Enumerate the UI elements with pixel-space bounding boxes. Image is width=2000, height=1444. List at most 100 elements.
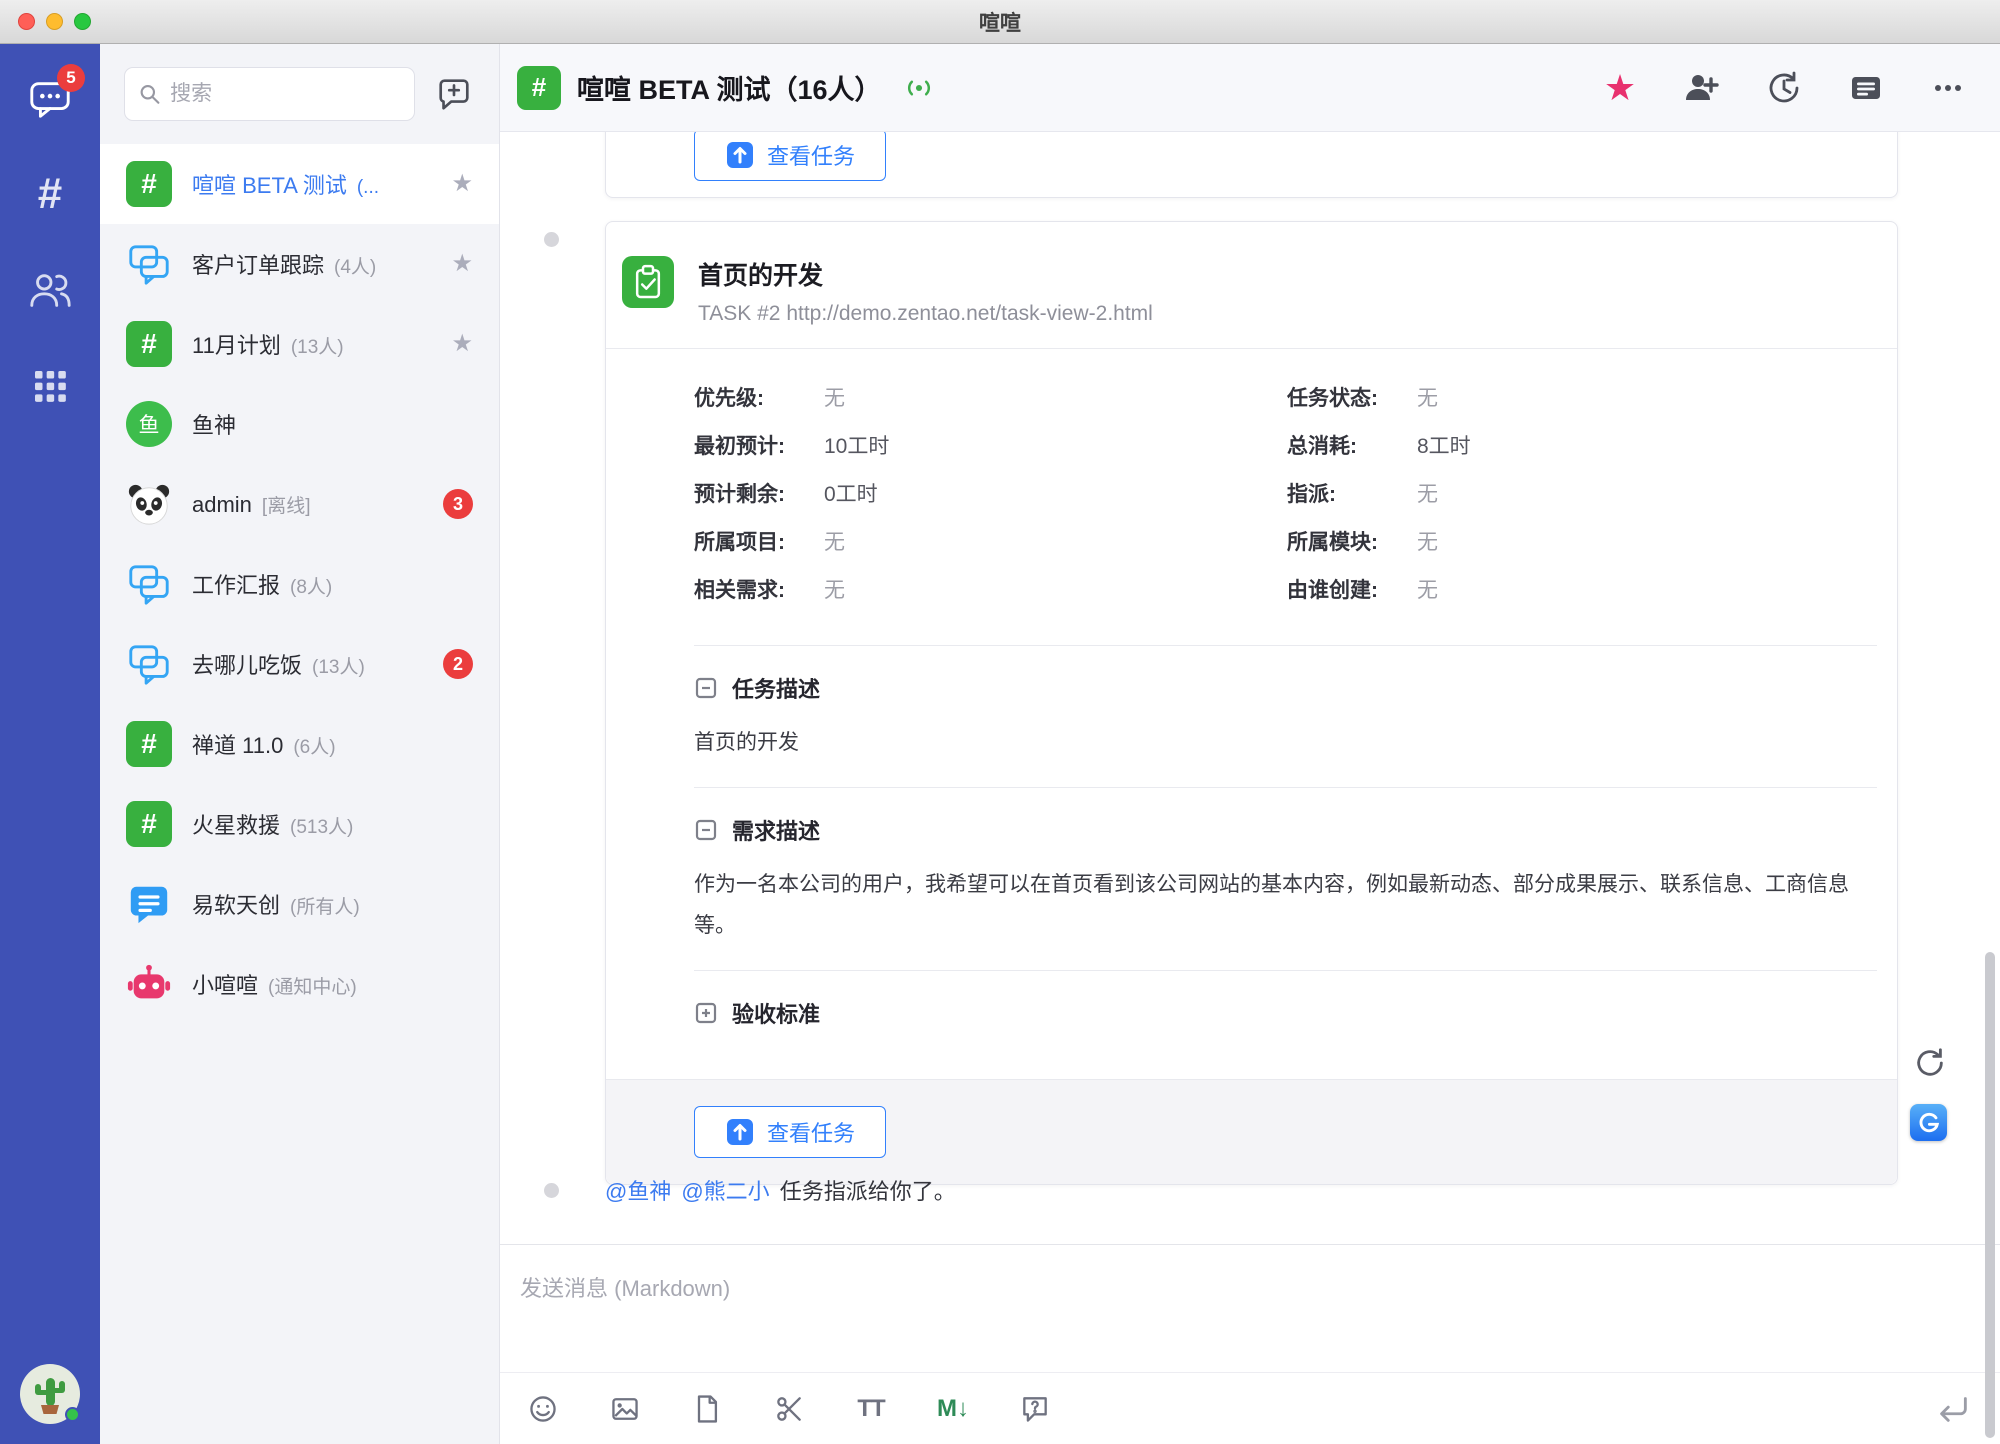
- section-collapse-toggle[interactable]: 任务描述: [694, 672, 1877, 704]
- titlebar: 喧喧: [0, 0, 2000, 44]
- user-avatar-yushen: 鱼: [126, 401, 172, 447]
- message-dot: [544, 232, 559, 247]
- emoji-icon: [527, 1393, 559, 1425]
- chat-item-where-to-eat[interactable]: 去哪儿吃饭(13人) 2: [100, 624, 499, 704]
- chat-item-order-tracking[interactable]: 客户订单跟踪(4人) ★: [100, 224, 499, 304]
- mention-link-yushen[interactable]: @鱼神: [605, 1179, 671, 1204]
- channel-hash-icon: #: [126, 321, 172, 367]
- chat-item-xuanxuan-beta[interactable]: # 喧喧 BETA 测试(... ★: [100, 144, 499, 224]
- broadcast-icon: [898, 74, 940, 102]
- chat-item-easysoft[interactable]: 易软天创(所有人): [100, 864, 499, 944]
- refresh-button[interactable]: [1913, 1046, 1947, 1080]
- sidebar-toggle-button[interactable]: [1848, 70, 1884, 106]
- expand-plus-icon: [694, 1001, 718, 1025]
- history-clock-icon: [1766, 70, 1802, 106]
- collapse-minus-icon: [694, 676, 718, 700]
- chat-sidebar: # 喧喧 BETA 测试(... ★ 客户订单跟踪(4人) ★: [100, 44, 500, 1444]
- minimize-window-button[interactable]: [46, 13, 63, 30]
- screenshot-button[interactable]: [772, 1392, 806, 1426]
- collapse-minus-icon: [694, 818, 718, 842]
- message-list: 查看任务 首: [500, 132, 2000, 1244]
- search-input[interactable]: [170, 82, 400, 106]
- file-button[interactable]: [690, 1392, 724, 1426]
- scissors-icon: [773, 1393, 805, 1425]
- header-actions: ★: [1602, 70, 1966, 106]
- favorite-star-icon: ★: [451, 172, 473, 196]
- browser-app-icon[interactable]: [1910, 1104, 1947, 1141]
- nav-channels-button[interactable]: #: [0, 146, 100, 242]
- contacts-icon: [27, 267, 73, 313]
- chat-item-zentao-11[interactable]: # 禅道 11.0(6人): [100, 704, 499, 784]
- chat-title: 喧喧 BETA 测试（16人）: [577, 68, 882, 107]
- more-menu-button[interactable]: [1930, 70, 1966, 106]
- emoji-button[interactable]: [526, 1392, 560, 1426]
- window-controls: [18, 0, 91, 43]
- group-chat-icon: [126, 561, 172, 607]
- nav-contacts-button[interactable]: [0, 242, 100, 338]
- favorite-button[interactable]: ★: [1602, 70, 1638, 106]
- task-card-partial: 查看任务: [605, 132, 1898, 198]
- image-button[interactable]: [608, 1392, 642, 1426]
- zoom-window-button[interactable]: [74, 13, 91, 30]
- image-icon: [609, 1393, 641, 1425]
- nav-apps-button[interactable]: [0, 338, 100, 434]
- task-card-header: 首页的开发 TASK #2 http://demo.zentao.net/tas…: [606, 222, 1897, 349]
- panel-list-icon: [1848, 70, 1884, 106]
- composer-toolbar: TT M↓: [500, 1372, 2000, 1444]
- chat-item-november-plan[interactable]: # 11月计划(13人) ★: [100, 304, 499, 384]
- help-button[interactable]: [1018, 1392, 1052, 1426]
- invite-member-button[interactable]: [1684, 70, 1720, 106]
- refresh-icon: [1913, 1046, 1947, 1080]
- mention-message: @鱼神@熊二小任务指派给你了。: [605, 1174, 956, 1206]
- mention-link-xiongerxiao[interactable]: @熊二小: [681, 1179, 769, 1204]
- message-input-placeholder: 发送消息 (Markdown): [520, 1276, 730, 1301]
- message-dot: [544, 1183, 559, 1198]
- view-task-button[interactable]: 查看任务: [694, 132, 886, 181]
- unread-badge: 3: [443, 489, 473, 519]
- chat-header: # 喧喧 BETA 测试（16人） ★: [500, 44, 2000, 132]
- send-button[interactable]: [1934, 1390, 1972, 1428]
- group-chat-icon: [126, 241, 172, 287]
- chat-item-yushen[interactable]: 鱼 鱼神: [100, 384, 499, 464]
- search-box[interactable]: [124, 67, 415, 121]
- window-title: 喧喧: [979, 7, 1021, 37]
- new-chat-button[interactable]: [435, 75, 473, 113]
- task-title: 首页的开发: [698, 256, 1153, 292]
- history-button[interactable]: [1766, 70, 1802, 106]
- task-link: TASK #2 http://demo.zentao.net/task-view…: [698, 302, 1153, 326]
- message-input[interactable]: 发送消息 (Markdown): [500, 1245, 2000, 1372]
- favorite-star-icon: ★: [451, 252, 473, 276]
- robot-avatar-icon: [126, 961, 172, 1007]
- scrollbar-thumb[interactable]: [1985, 952, 1995, 1438]
- open-task-icon: [725, 140, 755, 170]
- channel-hash-icon: #: [126, 721, 172, 767]
- panda-avatar-icon: [126, 481, 172, 527]
- acceptance-criteria-section: 验收标准: [694, 970, 1877, 1079]
- nav-rail: 5 #: [0, 44, 100, 1444]
- chat-item-admin[interactable]: admin[离线] 3: [100, 464, 499, 544]
- file-icon: [691, 1393, 723, 1425]
- markdown-toggle-button[interactable]: M↓: [936, 1392, 970, 1426]
- close-window-button[interactable]: [18, 13, 35, 30]
- task-description-section: 任务描述 首页的开发: [694, 645, 1877, 787]
- chat-item-mars-rescue[interactable]: # 火星救援(513人): [100, 784, 499, 864]
- user-avatar[interactable]: [20, 1364, 80, 1424]
- section-expand-toggle[interactable]: 验收标准: [694, 997, 1877, 1029]
- add-person-icon: [1684, 70, 1720, 106]
- apps-grid-icon: [30, 366, 70, 406]
- nav-chats-button[interactable]: 5: [0, 50, 100, 146]
- text-format-button[interactable]: TT: [854, 1392, 888, 1426]
- chat-list: # 喧喧 BETA 测试(... ★ 客户订单跟踪(4人) ★: [100, 144, 499, 1444]
- online-status-dot: [65, 1407, 80, 1422]
- ellipsis-icon: [1930, 70, 1966, 106]
- search-icon: [139, 82, 160, 106]
- hash-icon: #: [38, 172, 62, 216]
- task-card-footer: 查看任务: [606, 1079, 1897, 1184]
- requirement-description-section: 需求描述 作为一名本公司的用户，我希望可以在首页看到该公司网站的基本内容，例如最…: [694, 787, 1877, 970]
- section-collapse-toggle[interactable]: 需求描述: [694, 814, 1877, 846]
- task-clipboard-icon: [622, 256, 674, 308]
- chat-item-work-report[interactable]: 工作汇报(8人): [100, 544, 499, 624]
- chat-panel: # 喧喧 BETA 测试（16人） ★: [500, 44, 2000, 1444]
- chat-item-little-xuanxuan[interactable]: 小喧喧(通知中心): [100, 944, 499, 1024]
- view-task-button[interactable]: 查看任务: [694, 1106, 886, 1158]
